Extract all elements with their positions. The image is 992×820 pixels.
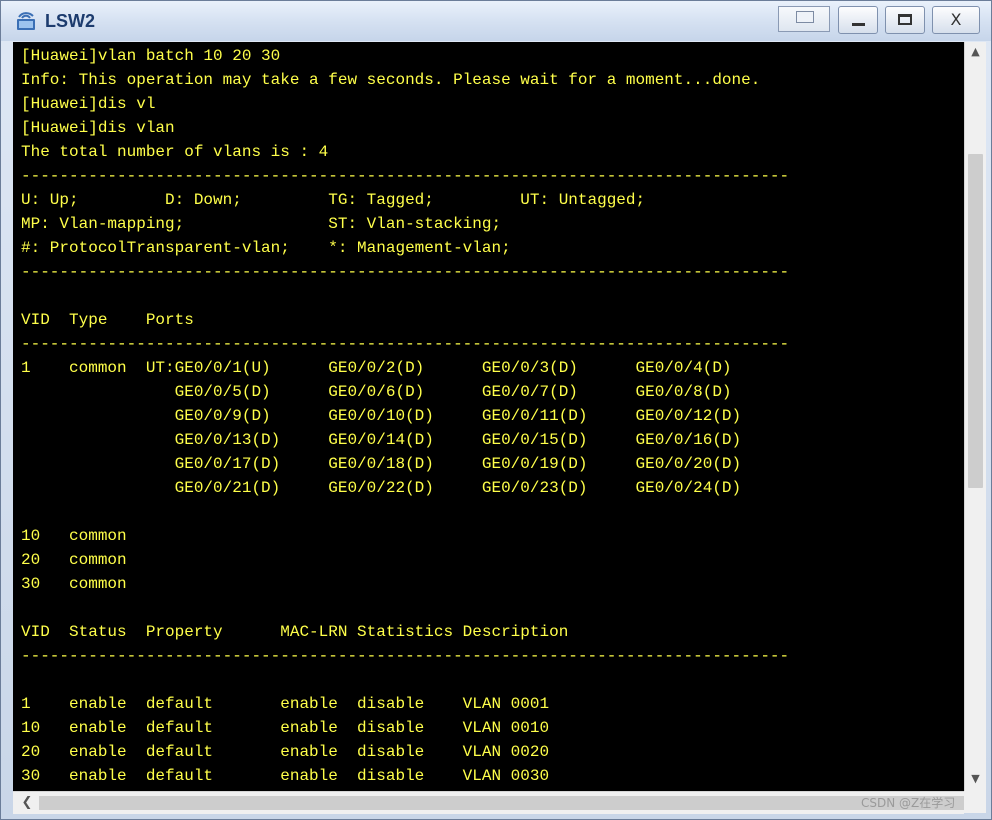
terminal-text: [Huawei]vlan batch 10 20 30 Info: This o…: [21, 44, 789, 788]
terminal-line: ----------------------------------------…: [21, 647, 790, 665]
close-icon: X: [950, 10, 962, 29]
terminal-line: 10 common: [21, 527, 127, 545]
vertical-scroll-thumb[interactable]: [968, 154, 983, 488]
terminal-line: [Huawei]vlan batch 10 20 30: [21, 47, 281, 65]
minimize-button[interactable]: [838, 6, 878, 34]
terminal-line: VID Type Ports: [21, 311, 194, 329]
terminal-line: GE0/0/17(D) GE0/0/18(D) GE0/0/19(D) GE0/…: [21, 455, 742, 473]
terminal-line: [Huawei]dis vlan: [21, 119, 175, 137]
terminal-window: LSW2 X [Huawei]vlan batch 10 20 30 Info:…: [0, 0, 992, 820]
terminal-line: MP: Vlan-mapping; ST: Vlan-stacking;: [21, 215, 502, 233]
terminal-line: ----------------------------------------…: [21, 167, 790, 185]
terminal-line: GE0/0/9(D) GE0/0/10(D) GE0/0/11(D) GE0/0…: [21, 407, 742, 425]
close-button[interactable]: X: [932, 6, 980, 34]
terminal-line: 1 enable default enable disable VLAN 000…: [21, 695, 550, 713]
terminal-line: 30 common: [21, 575, 127, 593]
watermark-text: CSDN @Z在学习: [861, 796, 956, 810]
terminal-line: [Huawei]dis vl: [21, 95, 156, 113]
terminal-line: VID Status Property MAC-LRN Statistics D…: [21, 623, 569, 641]
window-title: LSW2: [45, 11, 96, 31]
terminal-line: GE0/0/21(D) GE0/0/22(D) GE0/0/23(D) GE0/…: [21, 479, 742, 497]
terminal-line: GE0/0/13(D) GE0/0/14(D) GE0/0/15(D) GE0/…: [21, 431, 742, 449]
terminal-line: 30 enable default enable disable VLAN 00…: [21, 767, 550, 785]
scroll-down-arrow-icon[interactable]: ▼: [965, 769, 986, 789]
terminal-line: GE0/0/5(D) GE0/0/6(D) GE0/0/7(D) GE0/0/8…: [21, 383, 732, 401]
terminal-line: #: ProtocolTransparent-vlan; *: Manageme…: [21, 239, 511, 257]
scroll-up-arrow-icon[interactable]: ▲: [965, 42, 986, 62]
minimize-icon: [852, 23, 865, 26]
horizontal-scrollbar[interactable]: ❮: [13, 791, 964, 814]
scrollbar-corner: [964, 791, 986, 813]
thumbnail-restore-icon[interactable]: [778, 6, 830, 32]
terminal-line: Info: This operation may take a few seco…: [21, 71, 761, 89]
terminal-line: The total number of vlans is : 4: [21, 143, 329, 161]
maximize-icon: [898, 14, 912, 25]
terminal-line: 10 enable default enable disable VLAN 00…: [21, 719, 550, 737]
terminal-line: ----------------------------------------…: [21, 335, 790, 353]
maximize-button[interactable]: [885, 6, 925, 34]
terminal-line: 1 common UT:GE0/0/1(U) GE0/0/2(D) GE0/0/…: [21, 359, 732, 377]
terminal-line: U: Up; D: Down; TG: Tagged; UT: Untagged…: [21, 191, 646, 209]
terminal-line: 20 enable default enable disable VLAN 00…: [21, 743, 550, 761]
scroll-left-arrow-icon[interactable]: ❮: [17, 792, 37, 814]
terminal-output[interactable]: [Huawei]vlan batch 10 20 30 Info: This o…: [13, 42, 964, 791]
terminal-line: ----------------------------------------…: [21, 263, 790, 281]
horizontal-scroll-thumb[interactable]: [39, 796, 964, 810]
title-bar[interactable]: LSW2 X: [1, 1, 991, 41]
vertical-scrollbar[interactable]: ▲ ▼: [964, 42, 986, 791]
terminal-line: 20 common: [21, 551, 127, 569]
terminal-app-icon: [17, 12, 35, 30]
